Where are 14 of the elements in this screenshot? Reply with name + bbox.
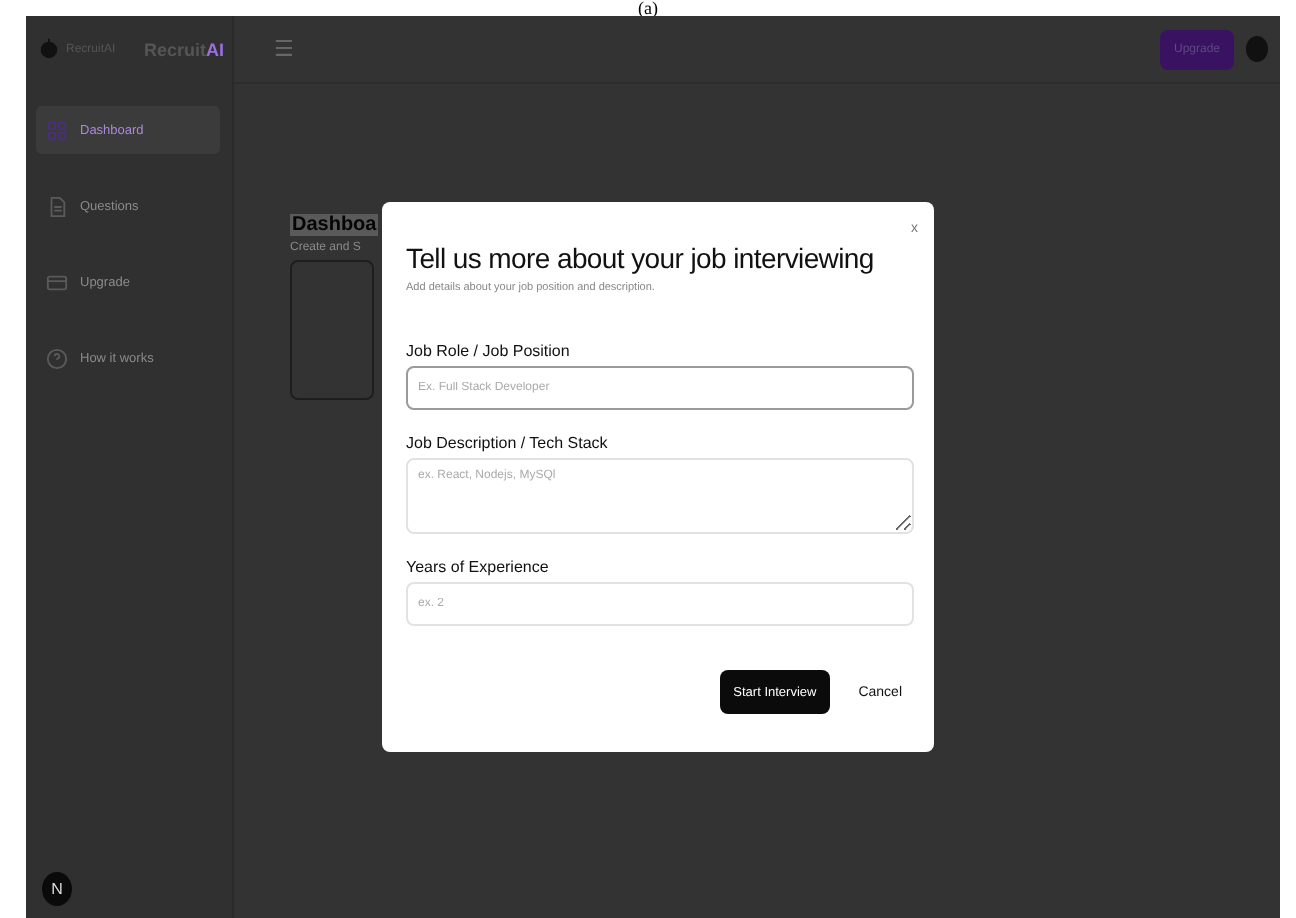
help-icon <box>46 347 68 369</box>
page-title: Dashboa <box>290 214 379 236</box>
user-avatar[interactable]: N <box>42 872 72 906</box>
avatar-circle[interactable] <box>1246 36 1268 62</box>
menu-button[interactable]: ☰ <box>274 36 294 62</box>
robot-logo-icon <box>38 38 60 60</box>
grid-icon <box>46 119 68 141</box>
document-icon <box>46 195 68 217</box>
figure-caption: (a) <box>636 0 660 16</box>
dialog-title: Tell us more about your job interviewing <box>406 242 876 274</box>
card-icon <box>46 271 68 293</box>
field-label: Job Role / Job Position <box>406 342 572 360</box>
field-label: Job Description / Tech Stack <box>406 434 610 452</box>
field-label: Years of Experience <box>406 558 551 576</box>
